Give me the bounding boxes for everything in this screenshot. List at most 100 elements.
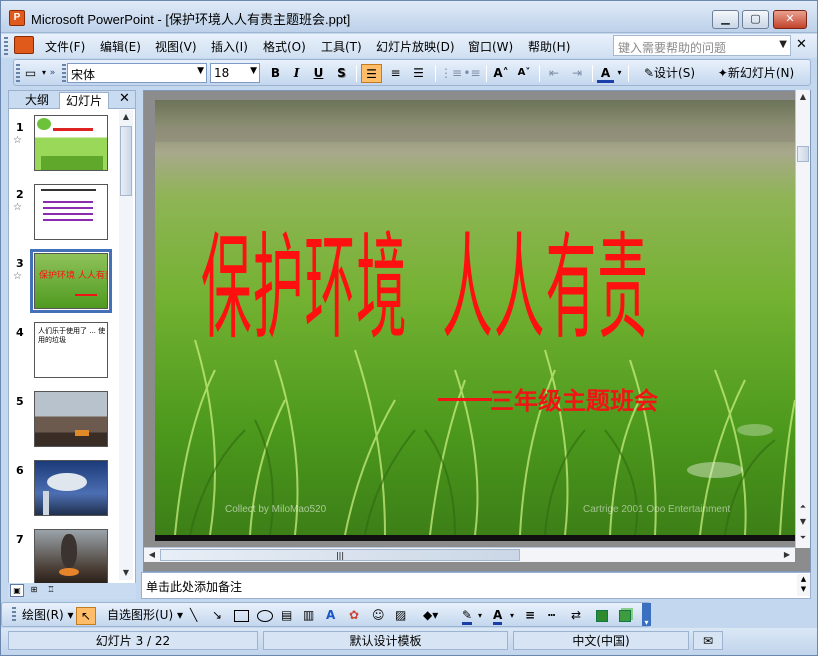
font-color-icon[interactable]: A <box>597 64 614 83</box>
oval-tool-icon[interactable] <box>257 610 273 622</box>
scroll-down-icon[interactable]: ▼ <box>119 566 133 580</box>
picture-icon[interactable]: ▨ <box>395 607 406 625</box>
select-objects-icon[interactable]: ↖ <box>76 607 96 625</box>
menu-insert[interactable]: 插入(I) <box>211 38 248 55</box>
scrollbar-thumb[interactable] <box>797 146 809 162</box>
grow-font-icon[interactable]: A˄ <box>491 64 511 83</box>
line-style-icon[interactable]: ≡ <box>525 607 535 625</box>
fill-color-icon[interactable]: ◆▾ <box>423 607 438 625</box>
slide-thumbnail-4[interactable]: 人们乐于使用了 ... 使用的垃圾 <box>34 322 108 378</box>
arrow-style-icon[interactable]: ⇄ <box>571 607 581 625</box>
spelling-check-icon[interactable]: ✉ <box>693 631 723 650</box>
title-bar[interactable]: P Microsoft PowerPoint - [保护环境人人有责主题班会.p… <box>1 1 817 33</box>
line-color-icon[interactable]: ✎ <box>462 607 473 625</box>
chevron-down-icon[interactable]: ▾ <box>615 64 624 83</box>
scroll-up-icon[interactable]: ▲ <box>119 110 133 124</box>
slide-canvas[interactable]: 保护环境 人人有责 三年级主题班会 Collect by MiloMao520 … <box>155 100 796 535</box>
pane-close-button[interactable]: ✕ <box>119 91 130 106</box>
slide-thumbnail-1[interactable] <box>34 115 108 171</box>
underline-button[interactable]: U <box>310 64 327 83</box>
toolbar-overflow-icon[interactable]: » <box>48 64 57 83</box>
thumbnails-scrollbar[interactable]: ▲ ▼ <box>119 110 133 580</box>
menu-slideshow[interactable]: 幻灯片放映(D) <box>376 38 455 55</box>
document-icon[interactable] <box>14 36 34 54</box>
slide-sorter-view-icon[interactable]: ⊞ <box>27 584 41 597</box>
drawing-toolbar-grip[interactable] <box>12 607 16 623</box>
new-slide-button[interactable]: ✦新幻灯片(N) <box>711 64 801 83</box>
minimize-button[interactable]: ▁ <box>712 10 739 29</box>
scroll-up-icon[interactable]: ▲ <box>796 90 810 104</box>
toolbar-grip-2[interactable] <box>62 64 66 82</box>
notes-pane[interactable]: 单击此处添加备注 <box>141 572 811 599</box>
notes-scrollbar[interactable]: ▲ ▼ <box>797 574 810 596</box>
wordart-icon[interactable]: A <box>326 607 335 625</box>
rectangle-tool-icon[interactable] <box>234 610 249 622</box>
font-size-select[interactable]: 18 ▼ <box>210 63 260 83</box>
slide-thumbnail-3-selected[interactable]: 保护环境 人人有责 <box>30 249 112 313</box>
slideshow-view-icon[interactable]: ♖ <box>44 584 58 597</box>
shrink-font-icon[interactable]: A˅ <box>514 64 534 83</box>
maximize-button[interactable]: ▢ <box>742 10 769 29</box>
scroll-right-icon[interactable]: ▶ <box>780 548 794 562</box>
slide-vertical-scrollbar[interactable]: ▲ ⏶ ▼ ⏷ <box>795 90 810 548</box>
slide-subtitle[interactable]: 三年级主题班会 <box>490 381 658 416</box>
vertical-textbox-icon[interactable]: ▥ <box>303 607 314 625</box>
chevron-down-icon[interactable]: ▼ <box>779 39 787 50</box>
bold-button[interactable]: B <box>267 64 284 83</box>
menu-grip[interactable] <box>4 37 8 55</box>
slide-thumbnail-5[interactable] <box>34 391 108 447</box>
menu-view[interactable]: 视图(V) <box>155 38 197 55</box>
toolbar-options-icon[interactable]: ▾ <box>642 603 651 627</box>
dash-style-icon[interactable]: ┅ <box>548 607 555 625</box>
template-status[interactable]: 默认设计模板 <box>263 631 508 650</box>
menu-format[interactable]: 格式(O) <box>263 38 306 55</box>
align-left-button[interactable]: ☰ <box>361 64 382 83</box>
font-color-icon[interactable]: A <box>493 607 503 625</box>
bullets-icon[interactable]: •≡ <box>463 64 481 83</box>
scrollbar-thumb[interactable]: ||| <box>160 549 520 561</box>
menu-window[interactable]: 窗口(W) <box>468 38 513 55</box>
font-name-select[interactable]: 宋体 ▼ <box>67 63 207 83</box>
diagram-icon[interactable]: ✿ <box>349 607 359 625</box>
italic-button[interactable]: I <box>288 64 305 83</box>
shadow-button[interactable]: S <box>333 64 350 83</box>
numbering-icon[interactable]: ⋮≡ <box>440 64 462 83</box>
slide-horizontal-scrollbar[interactable]: ◀ ||| ▶ <box>144 547 795 562</box>
shadow-style-icon[interactable] <box>596 610 608 622</box>
normal-view-icon[interactable]: ▣ <box>10 584 24 597</box>
chevron-down-icon[interactable]: ▾ <box>478 607 482 625</box>
scrollbar-thumb[interactable] <box>120 126 132 196</box>
tab-outline[interactable]: 大纲 <box>17 92 57 109</box>
slide-thumbnail-7[interactable] <box>34 529 108 585</box>
clipart-icon[interactable]: ☺ <box>372 607 385 625</box>
powerpoint-icon[interactable]: P <box>9 10 25 26</box>
chevron-down-icon[interactable]: ▼ <box>250 66 257 76</box>
scroll-left-icon[interactable]: ◀ <box>145 548 159 562</box>
close-button[interactable]: ✕ <box>773 10 807 29</box>
document-close-button[interactable]: ✕ <box>796 37 807 52</box>
textbox-tool-icon[interactable]: ▤ <box>281 607 292 625</box>
slide-thumbnail-2[interactable] <box>34 184 108 240</box>
line-tool-icon[interactable]: ╲ <box>190 607 197 625</box>
previous-slide-icon[interactable]: ⏶ <box>796 500 810 514</box>
slide-title[interactable]: 保护环境 人人有责 <box>201 195 649 361</box>
align-center-button[interactable]: ≡ <box>385 64 406 83</box>
menu-edit[interactable]: 编辑(E) <box>100 38 141 55</box>
3d-style-icon[interactable] <box>619 610 631 622</box>
design-button[interactable]: ✎设计(S) <box>633 64 706 83</box>
tab-slides[interactable]: 幻灯片 <box>59 92 109 109</box>
align-right-button[interactable]: ☰ <box>408 64 429 83</box>
chevron-down-icon[interactable]: ▾ <box>40 64 48 83</box>
autoshapes-menu-button[interactable]: 自选图形(U) ▾ <box>107 607 183 625</box>
menu-tools[interactable]: 工具(T) <box>321 38 362 55</box>
help-search-input[interactable]: 键入需要帮助的问题 ▼ <box>613 35 791 56</box>
scroll-down-icon[interactable]: ▼ <box>796 515 810 529</box>
toolbar-grip[interactable] <box>16 64 20 82</box>
next-slide-icon[interactable]: ⏷ <box>796 531 810 545</box>
decrease-indent-icon[interactable]: ⇤ <box>544 64 564 83</box>
slide-thumbnail-6[interactable] <box>34 460 108 516</box>
menu-file[interactable]: 文件(F) <box>45 38 85 55</box>
chevron-down-icon[interactable]: ▼ <box>197 66 204 76</box>
new-file-icon[interactable]: ▭ <box>23 64 38 83</box>
arrow-tool-icon[interactable]: ↘ <box>212 607 222 625</box>
